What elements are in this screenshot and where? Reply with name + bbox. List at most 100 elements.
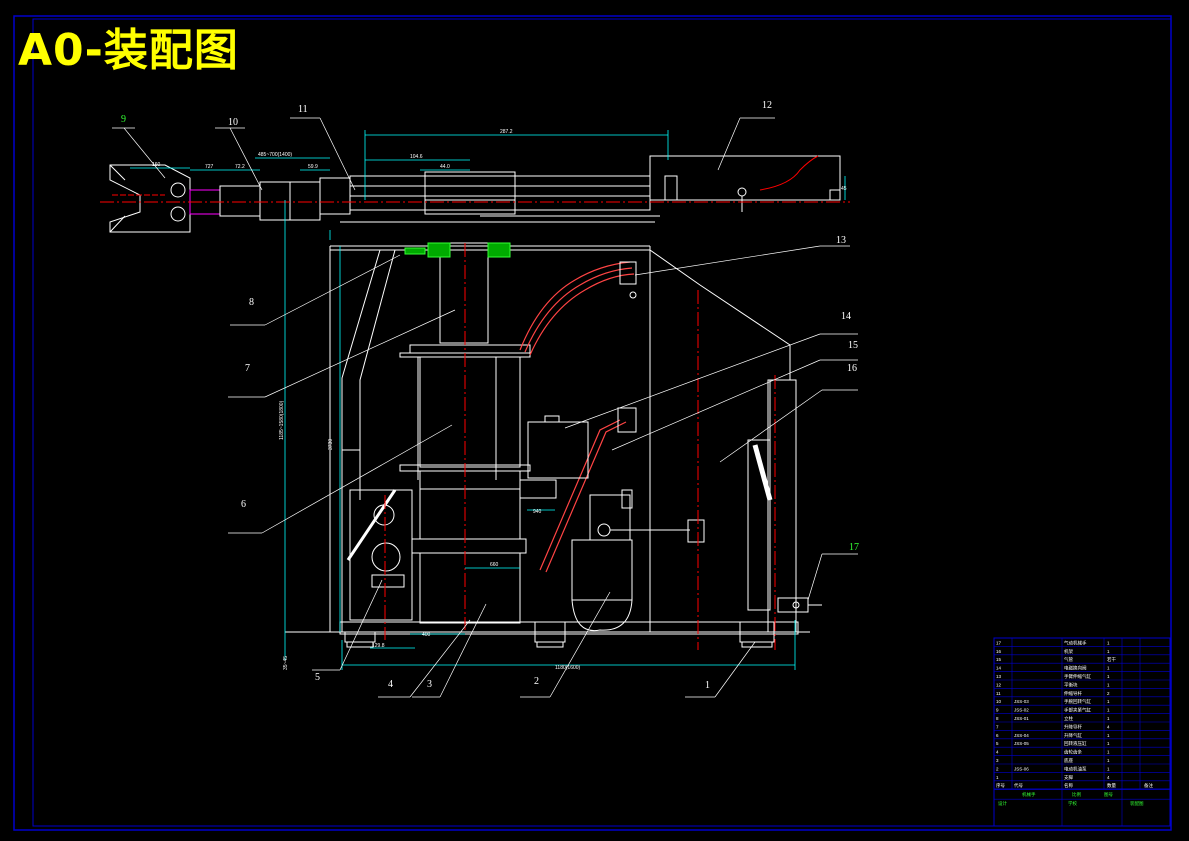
dim-400: 400 bbox=[422, 632, 431, 638]
bom-header-code: 代号 bbox=[1014, 782, 1023, 789]
bom-header-no: 序号 bbox=[996, 782, 1005, 789]
bom-row-name: 支脚 bbox=[1064, 774, 1073, 781]
bom-row-qty: 1 bbox=[1107, 758, 1110, 763]
bom-row-qty: 1 bbox=[1107, 708, 1110, 713]
dim-59: 59.9 bbox=[308, 164, 318, 170]
callout-leaders bbox=[112, 117, 858, 698]
title-block-sheet: 图号 bbox=[1104, 792, 1113, 798]
bom-row-qty: 2 bbox=[1107, 691, 1110, 696]
bom-row-no: 9 bbox=[996, 708, 999, 713]
bom-row-code: JSS-06 bbox=[1014, 766, 1029, 771]
dimension-lines bbox=[130, 130, 846, 670]
bom-row-no: 12 bbox=[996, 682, 1002, 687]
bom-row-name: 电磁换向阀 bbox=[1064, 665, 1087, 672]
title-block-designer: 设计 bbox=[998, 800, 1007, 807]
bom-header-note: 备注 bbox=[1144, 782, 1153, 789]
callout-2: 2 bbox=[534, 676, 539, 687]
dim-base: 1180(1600) bbox=[555, 665, 581, 671]
dim-side-v: 1185~1580(1800) bbox=[279, 400, 285, 440]
bom-table: 17 气动机械手 116 机架 115 气管 若干14 电磁换向阀 113 手臂伸缩气缸 112 平衡… bbox=[993, 637, 1171, 827]
bom-row-name: 手部夹紧气缸 bbox=[1064, 707, 1091, 714]
bom-row-qty: 1 bbox=[1107, 649, 1110, 654]
dim-40: 45 bbox=[841, 186, 847, 192]
bom-row-name: 升降气缸 bbox=[1064, 732, 1082, 739]
callout-3: 3 bbox=[427, 679, 432, 690]
body-frame bbox=[285, 245, 810, 648]
dim-160: 160 bbox=[152, 162, 161, 168]
bom-row-no: 5 bbox=[996, 741, 999, 746]
callout-15: 15 bbox=[848, 340, 858, 351]
title-block-project: 机械手 bbox=[1022, 791, 1036, 798]
callout-13: 13 bbox=[836, 235, 846, 246]
dim-660: 660 bbox=[490, 562, 499, 568]
bom-row-code: JSS-03 bbox=[1014, 699, 1029, 704]
arm-assembly bbox=[109, 155, 841, 233]
bom-row-name: 立柱 bbox=[1064, 715, 1073, 722]
bom-row-qty: 1 bbox=[1107, 733, 1110, 738]
bom-row-no: 17 bbox=[996, 640, 1002, 645]
callout-7: 7 bbox=[245, 363, 250, 374]
bom-row-no: 7 bbox=[996, 724, 999, 729]
title-block-drawing: 装配图 bbox=[1130, 800, 1144, 807]
dim-top: 287.2 bbox=[500, 129, 513, 135]
bom-row-qty: 1 bbox=[1107, 699, 1110, 704]
bom-row-name: 平衡块 bbox=[1064, 681, 1078, 688]
bom-row-no: 2 bbox=[996, 766, 999, 771]
dim-104: 104.6 bbox=[410, 154, 423, 160]
bom-row-name: 电动机油泵 bbox=[1064, 765, 1087, 772]
dim-44: 44.0 bbox=[440, 164, 450, 170]
bom-row-qty: 1 bbox=[1107, 682, 1110, 687]
bom-row-no: 14 bbox=[996, 666, 1002, 671]
dim-range: 485~700(1400) bbox=[258, 152, 292, 158]
bom-row-qty: 1 bbox=[1107, 640, 1110, 645]
bom-row-no: 8 bbox=[996, 716, 999, 721]
bom-row-qty: 1 bbox=[1107, 766, 1110, 771]
title-block-school: 学校 bbox=[1068, 800, 1077, 807]
bom-row-qty: 1 bbox=[1107, 741, 1110, 746]
bom-row-name: 气动机械手 bbox=[1064, 639, 1087, 646]
bom-row-no: 11 bbox=[996, 691, 1001, 696]
dim-722: 72.2 bbox=[235, 164, 245, 170]
bom-row-name: 底座 bbox=[1064, 757, 1073, 764]
bom-row-code: JSS-02 bbox=[1014, 708, 1029, 713]
bom-row-name: 齿轮齿条 bbox=[1064, 749, 1082, 756]
callout-9: 9 bbox=[121, 114, 126, 125]
bom-header-name: 名称 bbox=[1064, 782, 1073, 789]
callout-5: 5 bbox=[315, 672, 320, 683]
bom-row-no: 10 bbox=[996, 699, 1002, 704]
bom-row-qty: 1 bbox=[1107, 716, 1110, 721]
bom-row-no: 15 bbox=[996, 657, 1002, 662]
drawing-canvas: 9 10 11 12 13 14 15 16 17 8 7 6 5 4 3 2 … bbox=[13, 15, 1172, 831]
bom-row-no: 1 bbox=[996, 775, 999, 780]
bom-row-qty: 4 bbox=[1107, 775, 1110, 780]
page-title: A0-装配图 bbox=[18, 25, 239, 76]
callout-4: 4 bbox=[388, 679, 393, 690]
bom-row-name: 机架 bbox=[1064, 648, 1073, 655]
callout-6: 6 bbox=[241, 499, 246, 510]
dim-3730: 3730 bbox=[328, 439, 334, 450]
hoses bbox=[519, 261, 635, 573]
dim-727: 727 bbox=[205, 164, 214, 170]
bom-row-name: 手臂伸缩气缸 bbox=[1064, 673, 1091, 680]
bom-row-code: JSS-01 bbox=[1014, 716, 1029, 721]
bom-row-qty: 若干 bbox=[1107, 656, 1116, 663]
bom-row-qty: 1 bbox=[1107, 750, 1110, 755]
bom-row-no: 16 bbox=[996, 649, 1002, 654]
bom-row-no: 4 bbox=[996, 750, 999, 755]
callout-12: 12 bbox=[762, 100, 772, 111]
dim-left-v: 35~45 bbox=[283, 656, 289, 670]
bom-row-name: 气管 bbox=[1064, 656, 1073, 663]
callout-10: 10 bbox=[228, 117, 238, 128]
callout-16: 16 bbox=[847, 363, 857, 374]
callout-11: 11 bbox=[298, 104, 308, 115]
bom-row-code: JSS-04 bbox=[1014, 733, 1029, 738]
bom-header-qty: 数量 bbox=[1107, 782, 1116, 789]
callout-8: 8 bbox=[249, 297, 254, 308]
bom-row-code: JSS-05 bbox=[1014, 741, 1029, 746]
callout-14: 14 bbox=[841, 311, 851, 322]
dim-940: 940 bbox=[533, 509, 542, 515]
bom-row-name: 升降导杆 bbox=[1064, 723, 1082, 730]
bom-row-qty: 1 bbox=[1107, 674, 1110, 679]
bom-row-name: 伸缩导杆 bbox=[1064, 690, 1082, 697]
valve-components bbox=[346, 261, 705, 632]
